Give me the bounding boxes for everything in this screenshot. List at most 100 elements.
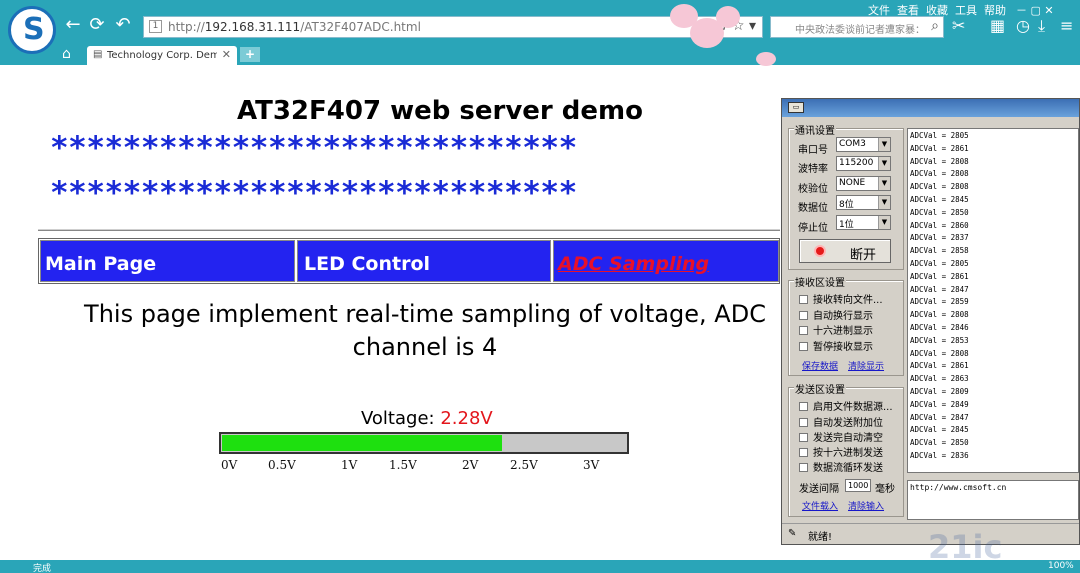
checkbox[interactable]: [799, 326, 808, 335]
port-value: COM3: [839, 139, 866, 149]
databits-value: 8位: [839, 200, 854, 210]
menu-view[interactable]: 查看: [897, 2, 919, 18]
clear-display-link[interactable]: 清除显示: [848, 359, 884, 372]
baud-value: 115200: [839, 158, 874, 168]
home-icon[interactable]: ⌂: [62, 46, 71, 62]
nav-main-page[interactable]: Main Page: [40, 240, 295, 282]
rx-option-hex[interactable]: 十六进制显示: [799, 322, 873, 337]
rx-option-pause[interactable]: 暂停接收显示: [799, 338, 873, 353]
port-select[interactable]: COM3 ▼: [836, 137, 891, 152]
save-data-link[interactable]: 保存数据: [802, 359, 838, 372]
send-input[interactable]: http://www.cmsoft.cn: [907, 480, 1079, 520]
rx-line: ADCVal = 2847: [910, 284, 969, 294]
interval-input[interactable]: 1000: [845, 479, 871, 492]
load-file-link[interactable]: 文件载入: [802, 499, 838, 512]
chevron-down-icon[interactable]: ▼: [878, 196, 890, 209]
search-box[interactable]: 中央政法委谈前记者遭家暴： ⌕: [770, 16, 944, 38]
back-icon[interactable]: ←: [62, 14, 84, 36]
tick-label: 2V: [462, 458, 479, 472]
tx-option-hex[interactable]: 按十六进制发送: [799, 444, 883, 459]
rx-line: ADCVal = 2837: [910, 233, 969, 243]
checkbox[interactable]: [799, 448, 808, 457]
stopbits-label: 停止位: [798, 223, 828, 234]
rx-settings-title: 接收区设置: [794, 274, 846, 289]
tx-option-label: 自动发送附加位: [813, 418, 883, 429]
rx-option-autowrap[interactable]: 自动换行显示: [799, 307, 873, 322]
download-icon[interactable]: ⤓: [1038, 16, 1045, 36]
decor-blossom: [716, 6, 740, 28]
tx-option-loop[interactable]: 数据流循环发送: [799, 459, 883, 474]
new-tab-button[interactable]: +: [240, 47, 260, 62]
menu-file[interactable]: 文件: [868, 2, 890, 18]
zoom-level[interactable]: 100%: [1048, 561, 1074, 571]
search-icon[interactable]: ⌕: [931, 18, 939, 34]
nav-table: Main Page LED Control ADC Sampling: [38, 238, 780, 284]
undo-icon[interactable]: ↶: [112, 14, 134, 36]
checkbox[interactable]: [799, 463, 808, 472]
decor-blossom: [756, 52, 776, 66]
receive-display[interactable]: ADCVal = 2805 ADCVal = 2861 ADCVal = 2808 A…: [907, 128, 1079, 473]
interval-label: 发送间隔: [799, 484, 839, 495]
checkbox[interactable]: [799, 418, 808, 427]
chevron-down-icon[interactable]: ▼: [878, 177, 890, 190]
baud-label: 波特率: [798, 164, 828, 175]
stopbits-select[interactable]: 1位 ▼: [836, 215, 891, 230]
rx-option-label: 自动换行显示: [813, 311, 873, 322]
chevron-down-icon[interactable]: ▼: [878, 216, 890, 229]
voltage-value: 2.28V: [440, 408, 493, 429]
nav-adc-sampling-label[interactable]: ADC Sampling: [558, 253, 709, 275]
databits-label: 数据位: [798, 203, 828, 214]
checkbox[interactable]: [799, 402, 808, 411]
nav-led-control[interactable]: LED Control: [297, 240, 551, 282]
baud-select[interactable]: 115200 ▼: [836, 156, 891, 171]
comm-settings-title: 通讯设置: [794, 122, 836, 137]
tx-option-append-bit[interactable]: 自动发送附加位: [799, 414, 883, 429]
extension-icon[interactable]: ✂: [952, 16, 965, 35]
clear-input-link[interactable]: 清除输入: [848, 499, 884, 512]
search-text: 中央政法委谈前记者遭家暴：: [795, 25, 925, 36]
checkbox[interactable]: [799, 295, 808, 304]
tx-option-auto-clear[interactable]: 发送完自动清空: [799, 429, 883, 444]
tx-option-label: 数据流循环发送: [813, 463, 883, 474]
interval-unit: 毫秒: [875, 484, 895, 495]
browser-tab[interactable]: ▤ Technology Corp. Dem ✕: [87, 46, 237, 65]
menu-favorites[interactable]: 收藏: [926, 2, 948, 18]
menu-icon[interactable]: ≡: [1060, 16, 1073, 35]
status-ready: 就绪!: [808, 532, 833, 543]
tx-settings-title: 发送区设置: [794, 381, 846, 396]
page-description: This page implement real-time sampling o…: [84, 300, 766, 361]
tick-label: 0.5V: [268, 458, 296, 472]
tick-label: 2.5V: [510, 458, 538, 472]
serial-titlebar[interactable]: ▭: [782, 99, 1079, 117]
serial-assistant-window: ▭ 通讯设置 串口号 COM3 ▼ 波特率 115200 ▼ 校验位 NONE ▼ 数…: [781, 98, 1080, 545]
browser-logo-icon[interactable]: S: [8, 6, 56, 54]
rx-line: ADCVal = 2849: [910, 399, 969, 409]
rx-line: ADCVal = 2853: [910, 335, 969, 345]
checkbox[interactable]: [799, 433, 808, 442]
checkbox[interactable]: [799, 342, 808, 351]
nav-adc-sampling[interactable]: ADC Sampling: [553, 240, 779, 282]
open-close-port-button[interactable]: 断开: [799, 239, 891, 263]
chevron-down-icon[interactable]: ▼: [878, 157, 890, 170]
parity-select[interactable]: NONE ▼: [836, 176, 891, 191]
status-text: 完成: [33, 564, 52, 573]
status-icon: ✎: [788, 528, 797, 539]
refresh-icon[interactable]: ⟳: [86, 14, 108, 36]
port-status-led-icon: [814, 245, 826, 257]
databits-select[interactable]: 8位 ▼: [836, 195, 891, 210]
stopbits-value: 1位: [839, 220, 854, 230]
rx-option-label: 暂停接收显示: [813, 342, 873, 353]
close-tab-icon[interactable]: ✕: [222, 48, 231, 61]
rx-line: ADCVal = 2860: [910, 220, 969, 230]
rx-line: ADCVal = 2861: [910, 361, 969, 371]
nav-led-control-label[interactable]: LED Control: [304, 253, 430, 275]
rx-line: ADCVal = 2863: [910, 374, 969, 384]
tx-option-file-source[interactable]: 启用文件数据源...: [799, 398, 893, 413]
grid-icon[interactable]: ▦: [990, 16, 1005, 35]
rx-option-to-file[interactable]: 接收转向文件...: [799, 291, 883, 306]
serial-app-icon: ▭: [788, 102, 804, 113]
chevron-down-icon[interactable]: ▼: [878, 138, 890, 151]
history-icon[interactable]: ◷: [1016, 16, 1030, 35]
checkbox[interactable]: [799, 311, 808, 320]
nav-main-page-label[interactable]: Main Page: [45, 253, 156, 275]
